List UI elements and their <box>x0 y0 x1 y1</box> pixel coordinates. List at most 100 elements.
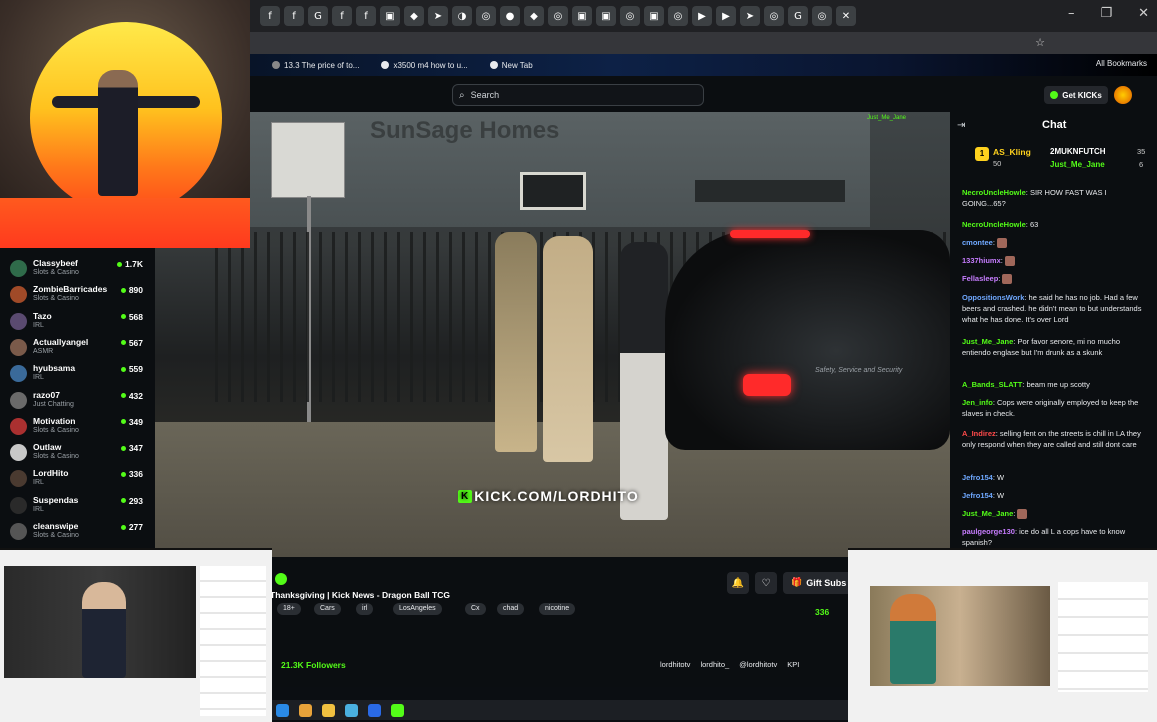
youtube-video-thumbnail[interactable] <box>848 548 1157 722</box>
browser-tab[interactable]: ▶ <box>692 6 712 26</box>
viewer-count: 347 <box>120 443 143 453</box>
browser-tab[interactable]: ◎ <box>548 6 568 26</box>
sidebar-channel[interactable]: Tazo IRL 568 <box>0 309 155 335</box>
bell-icon[interactable]: 🔔 <box>727 572 749 594</box>
sidebar-channel[interactable]: Actuallyangel ASMR 567 <box>0 335 155 361</box>
browser-tab[interactable]: ▶ <box>716 6 736 26</box>
browser-tab[interactable]: ➤ <box>740 6 760 26</box>
stream-tag[interactable]: nicotine <box>539 603 576 615</box>
browser-tab[interactable]: ◎ <box>668 6 688 26</box>
stream-tag[interactable]: chad <box>497 603 525 615</box>
tiktok-link[interactable]: @lordhitotv <box>739 660 777 669</box>
chat-username[interactable]: cmontee <box>962 238 993 247</box>
channel-name: Classybeef <box>33 258 78 268</box>
all-bookmarks-button[interactable]: All Bookmarks <box>1096 59 1147 68</box>
gifter-count: 6 <box>1139 160 1144 169</box>
browser-tab[interactable]: ▣ <box>380 6 400 26</box>
channel-category: IRL <box>33 321 44 329</box>
maximize-icon[interactable]: ❐ <box>1100 6 1112 21</box>
chat-username[interactable]: A_Bands_SLATT <box>962 380 1022 389</box>
browser-tab[interactable]: f <box>260 6 280 26</box>
chat-username[interactable]: 1337hiumx <box>962 256 1001 265</box>
live-dot-icon <box>120 524 126 530</box>
stream-tag[interactable]: Cx <box>465 603 486 615</box>
gifter-name[interactable]: 2MUKNFUTCH <box>1050 147 1106 156</box>
browser-tab[interactable]: ▣ <box>596 6 616 26</box>
browser-tab[interactable]: ◎ <box>764 6 784 26</box>
edge-icon[interactable] <box>276 703 289 717</box>
news-video-thumbnail[interactable] <box>0 548 272 722</box>
browser-tab[interactable]: ◎ <box>476 6 496 26</box>
bookmark-item[interactable]: New Tab <box>489 61 533 70</box>
browser-tab[interactable]: f <box>284 6 304 26</box>
chat-username[interactable]: A_Indirez <box>962 429 996 438</box>
instagram-link[interactable]: lordhito_ <box>700 660 729 669</box>
viewer-count: 568 <box>120 312 143 322</box>
x-link[interactable]: lordhitotv <box>660 660 690 669</box>
search-input[interactable]: ⌕ Search <box>452 84 704 106</box>
browser-tab[interactable]: ◆ <box>524 6 544 26</box>
star-icon[interactable]: ☆ <box>1035 36 1045 49</box>
browser-tab[interactable]: ✕ <box>836 6 856 26</box>
browser-tab[interactable]: ◎ <box>620 6 640 26</box>
bookmark-item[interactable]: 13.3 The price of to... <box>272 61 359 70</box>
sidebar-channel[interactable]: Suspendas IRL 293 <box>0 493 155 519</box>
channel-category: ASMR <box>33 347 54 355</box>
chat-username[interactable]: Jen_info <box>962 398 993 407</box>
browser-tab[interactable]: G <box>308 6 328 26</box>
chat-username[interactable]: NecroUncleHowle <box>962 188 1026 197</box>
chat-username[interactable]: OppositionsWork <box>962 293 1024 302</box>
chat-username[interactable]: Just_Me_Jane <box>962 337 1013 346</box>
address-bar[interactable]: ☆ <box>250 32 1157 54</box>
close-icon[interactable]: ✕ <box>1138 6 1149 21</box>
gifter-name[interactable]: Just_Me_Jane <box>1050 160 1105 169</box>
chrome-icon[interactable] <box>299 703 312 717</box>
browser-tab[interactable]: ◆ <box>404 6 424 26</box>
sidebar-channel[interactable]: Classybeef Slots & Casino 1.7K <box>0 256 155 282</box>
kick-link[interactable]: KPI <box>787 660 799 669</box>
stream-tag[interactable]: LosAngeles <box>393 603 442 615</box>
sidebar-channel[interactable]: Outlaw Slots & Casino 347 <box>0 440 155 466</box>
viewer-count: 336 <box>120 469 143 479</box>
chat-username[interactable]: Jefro154 <box>962 473 993 482</box>
heart-icon[interactable]: ♡ <box>755 572 777 594</box>
gift-icon: 🎁 <box>791 578 803 588</box>
get-kicks-button[interactable]: Get KICKs <box>1044 86 1108 104</box>
avatar <box>10 496 27 514</box>
bookmark-item[interactable]: x3500 m4 how to u... <box>381 61 468 70</box>
sidebar-channel[interactable]: hyubsama IRL 559 <box>0 361 155 387</box>
kick-app-icon[interactable] <box>391 703 404 717</box>
chat-username[interactable]: paulgeorge130 <box>962 527 1015 536</box>
avatar[interactable] <box>1114 86 1132 104</box>
calculator-icon[interactable] <box>345 703 358 717</box>
browser-tab[interactable]: f <box>332 6 352 26</box>
chat-username[interactable]: Just_Me_Jane <box>962 509 1013 518</box>
browser-tab[interactable]: ◑ <box>452 6 472 26</box>
chat-username[interactable]: NecroUncleHowle <box>962 220 1026 229</box>
gifter-name[interactable]: AS_Kling <box>993 147 1031 157</box>
sidebar-channel[interactable]: Motivation Slots & Casino 349 <box>0 414 155 440</box>
folder-icon[interactable] <box>322 703 335 717</box>
sidebar-channel[interactable]: ZombieBarricades Slots & Casino 890 <box>0 282 155 308</box>
mail-icon[interactable] <box>368 703 381 717</box>
sunset-band <box>0 198 250 248</box>
stream-tag[interactable]: Cars <box>314 603 341 615</box>
browser-tab[interactable]: ▣ <box>572 6 592 26</box>
chat-username[interactable]: Fellasleep <box>962 274 998 283</box>
sidebar-channel[interactable]: cleanswipe Slots & Casino 277 <box>0 519 155 545</box>
browser-tab[interactable]: G <box>788 6 808 26</box>
stream-tag[interactable]: irl <box>356 603 374 615</box>
gift-subs-button[interactable]: 🎁 Gift Subs <box>783 572 855 594</box>
browser-tab[interactable]: ● <box>500 6 520 26</box>
browser-tab[interactable]: ▣ <box>644 6 664 26</box>
chat-username[interactable]: Jefro154 <box>962 491 993 500</box>
emote-icon <box>1004 256 1015 267</box>
sidebar-channel[interactable]: LordHito IRL 336 <box>0 466 155 492</box>
minimize-icon[interactable]: – <box>1068 6 1075 21</box>
browser-tab[interactable]: ◎ <box>812 6 832 26</box>
stream-tag[interactable]: 18+ <box>277 603 301 615</box>
sidebar-channel[interactable]: razo07 Just Chatting 432 <box>0 388 155 414</box>
browser-tab[interactable]: f <box>356 6 376 26</box>
collapse-chat-icon[interactable]: ⇥ <box>957 120 965 131</box>
browser-tab[interactable]: ➤ <box>428 6 448 26</box>
